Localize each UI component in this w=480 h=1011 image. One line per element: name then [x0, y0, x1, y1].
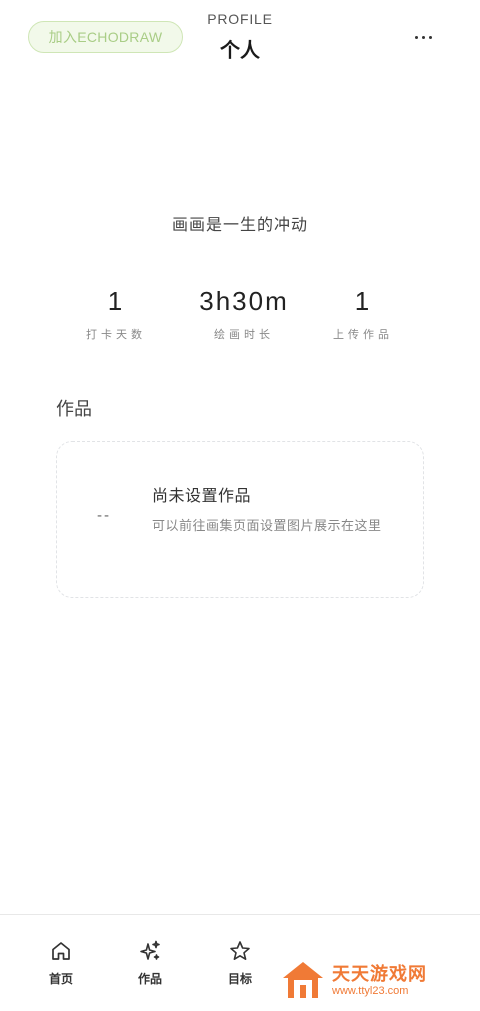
- stat-label: 上传作品: [333, 328, 393, 341]
- profile-page: 加入ECHODRAW PROFILE 个人 画画是一生的冲动 1 打卡天数 3h…: [0, 0, 480, 1011]
- watermark-text: 天天游戏网: [332, 964, 427, 985]
- works-empty-card[interactable]: -- 尚未设置作品 可以前往画集页面设置图片展示在这里: [56, 441, 424, 598]
- works-empty-title: 尚未设置作品: [152, 486, 252, 505]
- watermark-house-icon: [283, 962, 323, 998]
- nav-item-home[interactable]: 首页: [31, 939, 91, 987]
- nav-label: 首页: [48, 972, 73, 986]
- nav-label: 作品: [137, 972, 162, 986]
- sparkles-icon: [140, 940, 160, 960]
- more-options-icon[interactable]: [406, 24, 440, 50]
- nav-item-works[interactable]: 作品: [120, 939, 180, 987]
- works-placeholder: --: [97, 508, 112, 524]
- stats-row: 1 打卡天数 3h30m 绘画时长 1 上传作品: [0, 284, 480, 354]
- home-icon: [52, 942, 70, 960]
- watermark-url: www.ttyl23.com: [332, 985, 409, 997]
- profile-motto: 画画是一生的冲动: [171, 215, 308, 234]
- nav-item-goals[interactable]: 目标: [210, 939, 270, 987]
- works-section-title: 作品: [56, 399, 92, 420]
- watermark-logo: 天天游戏网 www.ttyl23.com: [280, 956, 480, 1004]
- stat-value: 1: [354, 286, 372, 316]
- nav-label: 目标: [227, 972, 252, 986]
- star-icon: [230, 941, 250, 960]
- works-empty-description: 可以前往画集页面设置图片展示在这里: [152, 519, 382, 534]
- stat-uploaded-works: 1 上传作品: [283, 284, 443, 342]
